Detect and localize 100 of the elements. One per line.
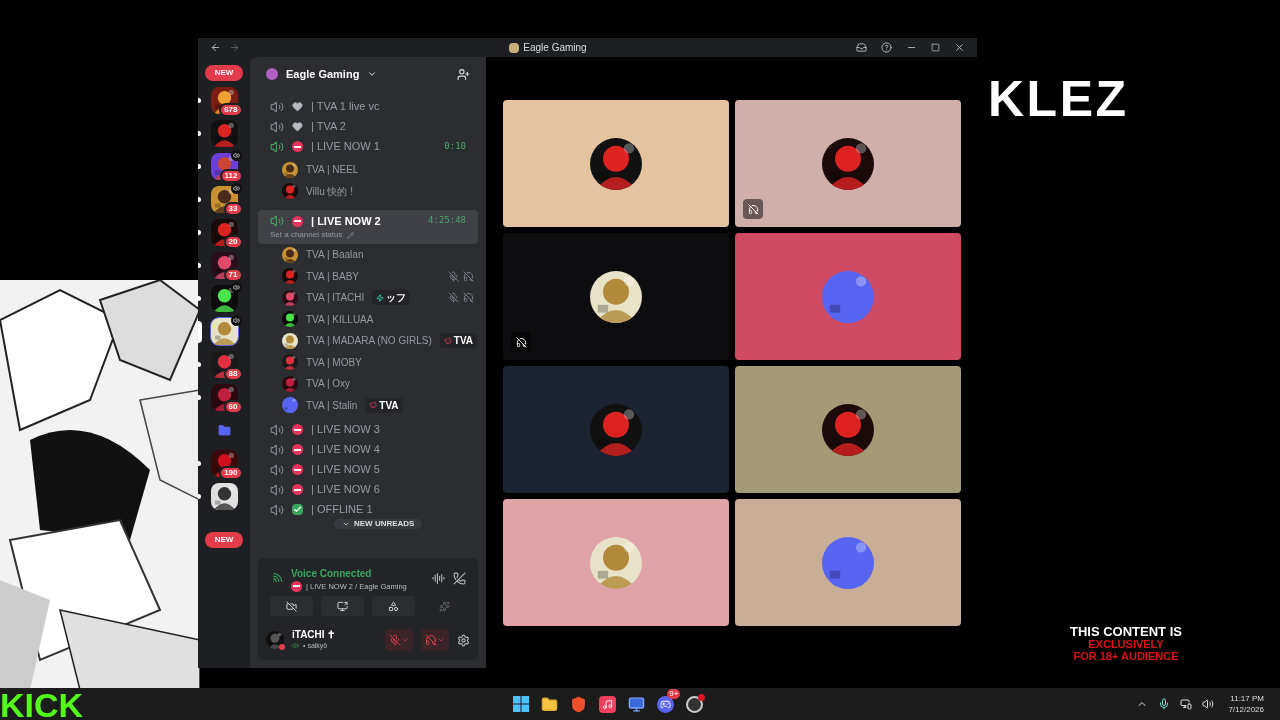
shield-icon[interactable] [570, 695, 588, 713]
voice-member[interactable]: TVA | Oxy [282, 373, 474, 395]
server-button[interactable]: 678 [210, 87, 238, 114]
bolt-icon [376, 293, 385, 302]
username: iTACHI ✝ [292, 629, 336, 640]
server-button[interactable]: 71 [210, 252, 238, 279]
deafen-toggle[interactable] [421, 629, 449, 651]
server-button[interactable]: 88 [210, 351, 238, 378]
new-unreads-pill[interactable]: NEW UNREADS [334, 519, 423, 529]
new-pill[interactable]: NEW [204, 65, 244, 81]
disconnect-icon[interactable] [453, 572, 466, 586]
server-button[interactable] [210, 483, 238, 510]
video-tile[interactable] [735, 499, 961, 626]
new-pill[interactable]: NEW [204, 532, 244, 548]
voice-channel[interactable]: | TVA 1 live vc [258, 99, 478, 114]
no-entry-icon [291, 580, 302, 592]
windows-icon[interactable] [513, 696, 530, 712]
voice-member[interactable]: TVA | Stalin TVA [282, 394, 474, 416]
maximize-icon[interactable] [931, 43, 940, 52]
video-tile[interactable] [735, 366, 961, 493]
monitor-icon[interactable] [628, 695, 646, 713]
member-tag: ッフ [372, 290, 411, 306]
server-button[interactable]: 112 [210, 153, 238, 180]
voice-member[interactable]: TVA | BABY [282, 265, 474, 287]
chevron-icon[interactable] [367, 69, 378, 79]
close-icon[interactable] [954, 42, 965, 53]
member-name: TVA | KILLUAA [306, 312, 374, 327]
voice-timer: 0:10 [444, 139, 466, 153]
video-tile[interactable] [735, 100, 961, 227]
server-button[interactable]: 20 [210, 219, 238, 246]
no-entry-icon [292, 141, 303, 152]
member-tag: TVA [365, 397, 403, 413]
member-tag: TVA [439, 333, 478, 349]
content-warning-text: FOR 18+ AUDIENCE [1073, 650, 1179, 662]
channel-name: | OFFLINE 1 [311, 502, 373, 518]
member-name: TVA | Stalin [306, 398, 358, 413]
member-name: Villu 快的 ! [306, 184, 354, 199]
voice-channel[interactable]: | OFFLINE 1 [258, 502, 478, 517]
recorder-icon[interactable] [686, 695, 704, 713]
camera-button[interactable] [270, 596, 313, 616]
music-icon[interactable] [599, 695, 617, 713]
voice-channel[interactable]: | LIVE NOW 5 [258, 462, 478, 477]
invite-icon[interactable] [457, 67, 470, 81]
notification-badge: 9+ [667, 688, 681, 699]
server-name[interactable]: Eagle Gaming [286, 65, 360, 83]
unread-count: 112 [219, 169, 243, 183]
video-tile[interactable] [503, 366, 729, 493]
channel-status-hint: Set a channel status [270, 229, 343, 242]
back-icon[interactable] [210, 42, 221, 53]
clock-time[interactable]: 11:17 PM [1230, 693, 1264, 704]
pig-icon [443, 336, 452, 345]
channel-name: | LIVE NOW 2 [311, 213, 381, 229]
folder-icon[interactable] [541, 695, 559, 713]
no-entry-icon [292, 444, 303, 455]
voice-member[interactable]: TVA | NEEL [282, 159, 474, 181]
noise-suppression-icon[interactable] [432, 572, 445, 586]
video-tile[interactable] [503, 100, 729, 227]
unread-count: 190 [219, 466, 243, 480]
channel-name: | TVA 2 [311, 119, 346, 135]
gamepad-icon[interactable] [657, 695, 675, 713]
volume-icon[interactable] [1202, 698, 1215, 710]
screen-share-button[interactable] [321, 596, 364, 616]
video-tile[interactable] [735, 233, 961, 360]
video-tile[interactable] [503, 233, 729, 360]
server-logo-icon [509, 42, 520, 53]
stream-logo-text: KLEZ [988, 74, 1129, 124]
voice-member[interactable]: TVA | Baalan [282, 244, 474, 266]
deafened-icon [425, 634, 437, 646]
activities-button[interactable] [372, 596, 415, 616]
server-button[interactable]: 190 [210, 450, 238, 477]
mic-toggle[interactable] [385, 629, 413, 651]
voice-channel[interactable]: | LIVE NOW 6 [258, 482, 478, 497]
voice-channel[interactable]: | LIVE NOW 1 0:10 [258, 139, 478, 154]
shapes-icon [388, 600, 399, 612]
voice-member[interactable]: TVA | ITACHI ッフ [282, 287, 474, 309]
unread-count: 678 [219, 103, 243, 117]
voice-member[interactable]: TVA | KILLUAA [282, 308, 474, 330]
server-button[interactable]: 60 [210, 384, 238, 411]
network-icon[interactable] [1180, 698, 1193, 710]
mic-icon[interactable] [1158, 698, 1171, 710]
channel-name: | LIVE NOW 4 [311, 442, 380, 458]
voice-member[interactable]: TVA | MOBY [282, 351, 474, 373]
voice-member[interactable]: TVA | MADARA (NO GIRLS) TVA [282, 330, 474, 352]
member-name: TVA | MADARA (NO GIRLS) [306, 334, 432, 349]
voice-channel[interactable]: | LIVE NOW 2 4:25:48 Set a channel status [258, 210, 478, 244]
voice-timer: 4:25:48 [428, 214, 466, 228]
channel-name: | LIVE NOW 1 [311, 139, 380, 155]
voice-channel[interactable]: | TVA 2 [258, 119, 478, 134]
video-tile[interactable] [503, 499, 729, 626]
clock-date[interactable]: 7/12/2026 [1228, 704, 1264, 715]
voice-member[interactable]: Villu 快的 ! [282, 180, 474, 202]
speaker-icon [292, 642, 299, 649]
server-button[interactable]: 33 [210, 186, 238, 213]
voice-channel[interactable]: | LIVE NOW 4 [258, 442, 478, 457]
check-icon [292, 504, 303, 515]
voice-channel[interactable]: | LIVE NOW 3 [258, 422, 478, 437]
settings-icon[interactable] [457, 633, 470, 647]
help-icon[interactable] [881, 42, 892, 53]
window-title: Eagle Gaming [523, 41, 587, 55]
inbox-icon[interactable] [856, 42, 867, 53]
